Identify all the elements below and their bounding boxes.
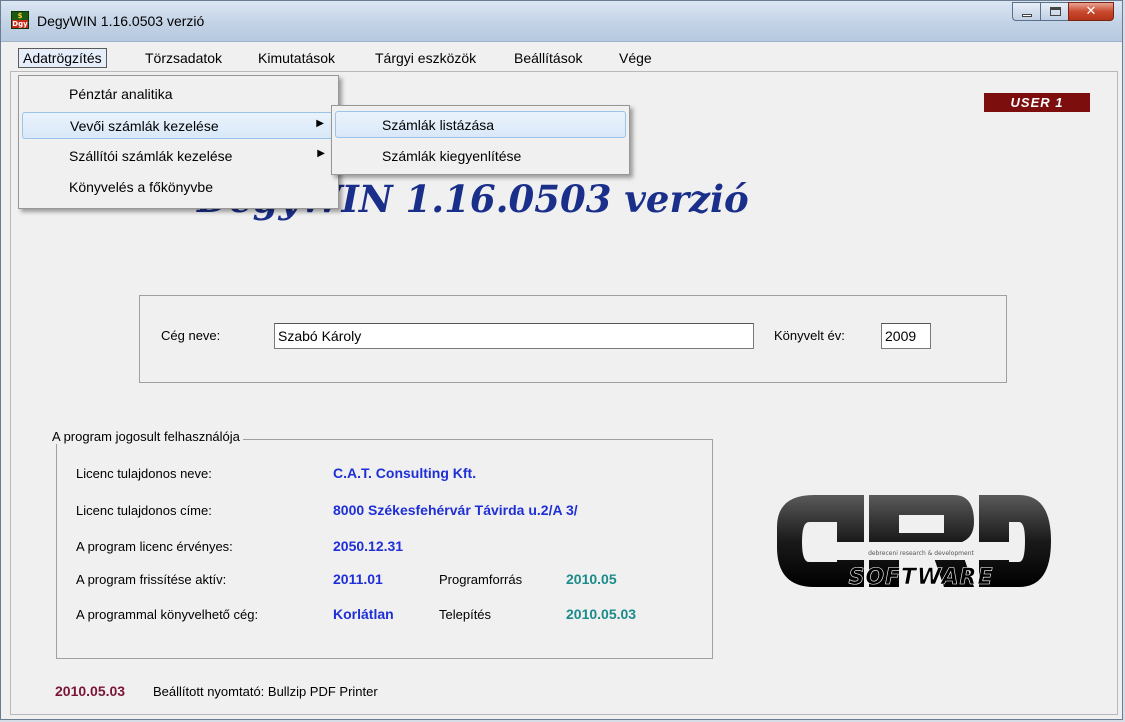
program-source-label: Programforrás (439, 572, 523, 587)
menu-item-konyveles-fokonyvbe[interactable]: Könyvelés a főkönyvbe (22, 174, 335, 201)
menu-torzsadatok[interactable]: Törzsadatok (140, 48, 227, 68)
menu-bar: Adatrögzítés Törzsadatok Kimutatások Tár… (10, 45, 1118, 71)
window-title: DegyWIN 1.16.0503 verzió (37, 13, 205, 29)
menu-item-szamlak-listazasa[interactable]: Számlák listázása (335, 111, 626, 138)
owner-address-label: Licenc tulajdonos címe: (76, 503, 212, 518)
menu-item-label: Vevői számlák kezelése (70, 118, 219, 134)
app-icon[interactable]: $ Dgy (11, 11, 29, 29)
install-label: Telepítés (439, 607, 492, 622)
vevoi-szamlak-submenu: Számlák listázása Számlák kiegyenlítése (331, 105, 630, 175)
submenu-arrow-icon: ▶ (316, 118, 324, 129)
menu-item-label: Szállítói számlák kezelése (69, 148, 233, 164)
logo-software-text: SOFTWARE (848, 565, 993, 590)
company-name-field[interactable]: Szabó Károly (274, 323, 754, 349)
caption-buttons: ✕ (1012, 2, 1114, 21)
company-name-label: Cég neve: (161, 328, 221, 343)
adatrogzites-dropdown: Pénztár analitika Vevői számlák kezelése… (18, 75, 339, 209)
menu-kimutatasok[interactable]: Kimutatások (253, 48, 340, 68)
logo-tagline: debreceni research & development (868, 550, 974, 557)
install-value: 2010.05.03 (566, 606, 637, 622)
update-active-label: A program frissítése aktív: (76, 572, 227, 587)
menu-targyi-eszkozok[interactable]: Tárgyi eszközök (370, 48, 481, 68)
menu-item-vevoi-szamlak[interactable]: Vevői számlák kezelése ▶ (22, 112, 335, 139)
menu-vege[interactable]: Vége (614, 48, 657, 68)
printer-status: Beállított nyomtató: Bullzip PDF Printer (153, 684, 378, 699)
license-group-title: A program jogosult felhasználója (48, 429, 243, 444)
menu-item-label: Pénztár analitika (69, 86, 173, 102)
maximize-icon (1050, 7, 1061, 16)
menu-item-label: Számlák listázása (382, 117, 495, 133)
minimize-icon (1022, 14, 1032, 17)
license-valid-label: A program licenc érvényes: (76, 539, 233, 554)
owner-name-label: Licenc tulajdonos neve: (76, 466, 212, 481)
owner-name-value: C.A.T. Consulting Kft. (333, 465, 477, 481)
footer-date: 2010.05.03 (55, 683, 126, 699)
menu-adatrogzites[interactable]: Adatrögzítés (18, 48, 107, 68)
companies-value: Korlátlan (333, 606, 394, 622)
license-valid-value: 2050.12.31 (333, 538, 404, 554)
user-badge: USER 1 (984, 93, 1090, 112)
program-source-value: 2010.05 (566, 571, 617, 587)
close-button[interactable]: ✕ (1068, 2, 1114, 21)
minimize-button[interactable] (1012, 2, 1041, 21)
app-window: $ Dgy DegyWIN 1.16.0503 verzió ✕ Adatrögz… (0, 0, 1123, 720)
drd-software-logo: debreceni research & development SOFTWAR… (777, 495, 1051, 590)
title-bar[interactable]: $ Dgy DegyWIN 1.16.0503 verzió ✕ (1, 1, 1122, 42)
maximize-button[interactable] (1040, 2, 1069, 21)
submenu-arrow-icon: ▶ (317, 148, 325, 159)
menu-item-penztar-analitika[interactable]: Pénztár analitika (22, 81, 335, 108)
owner-address-value: 8000 Székesfehérvár Távirda u.2/A 3/ (333, 502, 578, 518)
menu-item-label: Számlák kiegyenlítése (382, 148, 522, 164)
update-active-value: 2011.01 (333, 571, 383, 587)
menu-item-szamlak-kiegyenlitese[interactable]: Számlák kiegyenlítése (335, 143, 626, 170)
close-icon: ✕ (1085, 4, 1097, 19)
booked-year-label: Könyvelt év: (774, 328, 845, 343)
menu-item-szallitoi-szamlak[interactable]: Szállítói számlák kezelése ▶ (22, 143, 335, 170)
companies-label: A programmal könyvelhető cég: (76, 607, 259, 622)
menu-beallitasok[interactable]: Beállítások (509, 48, 587, 68)
booked-year-field[interactable]: 2009 (881, 323, 931, 349)
menu-item-label: Könyvelés a főkönyvbe (69, 179, 213, 195)
